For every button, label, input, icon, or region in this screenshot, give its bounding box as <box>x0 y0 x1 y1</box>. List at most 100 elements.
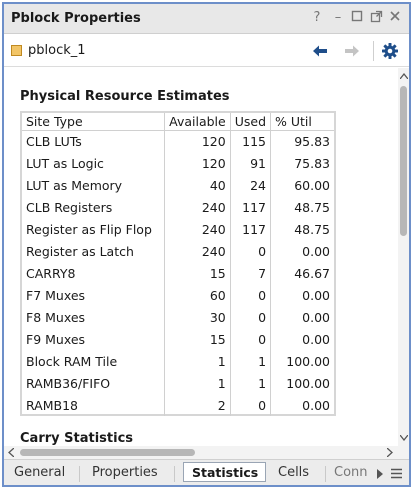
tab-divider <box>174 466 175 482</box>
table-row[interactable]: F9 Muxes 15 0 0.00 <box>22 328 334 350</box>
carry-section-title: Carry Statistics <box>20 431 134 446</box>
cell-used: 1 <box>230 372 272 394</box>
cell-site-type: CLB Registers <box>22 196 166 218</box>
scroll-down-arrow-icon[interactable] <box>399 434 409 444</box>
float-button[interactable] <box>368 10 384 26</box>
header-util[interactable]: % Util <box>270 113 334 131</box>
cell-used: 0 <box>230 394 272 416</box>
cell-site-type: LUT as Memory <box>22 174 166 196</box>
cell-used: 1 <box>230 350 272 372</box>
cell-util: 100.00 <box>286 375 330 391</box>
table-row[interactable]: RAMB18 2 0 0.00 <box>22 394 334 416</box>
resource-table: Site Type Available Used % Util CLB LUTs… <box>20 111 336 416</box>
maximize-button[interactable] <box>349 10 365 26</box>
cell-util: 95.83 <box>294 133 330 149</box>
properties-window: Pblock Properties ? – pblock_1 Physical … <box>2 2 411 487</box>
tab-scroll-right-icon[interactable] <box>376 467 384 482</box>
scroll-up-arrow-icon[interactable] <box>399 72 409 82</box>
tab-statistics[interactable]: Statistics <box>183 462 266 482</box>
close-button[interactable] <box>387 10 403 26</box>
tab-list-menu-icon[interactable] <box>391 467 402 482</box>
table-row[interactable]: Register as Latch 240 0 0.00 <box>22 240 334 262</box>
cell-site-type: F8 Muxes <box>22 306 166 328</box>
object-name: pblock_1 <box>28 43 86 58</box>
cell-util: 100.00 <box>286 353 330 369</box>
tab-divider <box>79 466 80 482</box>
vertical-scrollbar[interactable] <box>398 68 409 446</box>
cell-site-type: LUT as Logic <box>22 152 166 174</box>
tab-properties[interactable]: Properties <box>92 465 158 480</box>
cell-site-type: CLB LUTs <box>22 130 166 152</box>
cell-available: 1 <box>164 350 231 372</box>
cell-available: 240 <box>164 218 231 240</box>
cell-util: 48.75 <box>294 221 330 237</box>
tab-general[interactable]: General <box>14 465 65 480</box>
header-site-type[interactable]: Site Type <box>22 113 166 131</box>
table-row[interactable]: CLB Registers 240 117 48.75 <box>22 196 334 218</box>
cell-available: 1 <box>164 372 231 394</box>
table-row[interactable]: RAMB36/FIFO 1 1 100.00 <box>22 372 334 394</box>
cell-available: 15 <box>164 328 231 350</box>
cell-used: 0 <box>230 328 272 350</box>
cell-util: 60.00 <box>294 177 330 193</box>
resources-section-title: Physical Resource Estimates <box>20 89 230 104</box>
vertical-scroll-thumb[interactable] <box>400 86 407 236</box>
cell-util: 0.00 <box>302 287 330 303</box>
cell-available: 40 <box>164 174 231 196</box>
toolbar-divider <box>373 41 374 61</box>
table-row[interactable]: Block RAM Tile 1 1 100.00 <box>22 350 334 372</box>
cell-util: 0.00 <box>302 243 330 259</box>
table-row[interactable]: F8 Muxes 30 0 0.00 <box>22 306 334 328</box>
tab-divider <box>325 466 326 482</box>
cell-site-type: Register as Flip Flop <box>22 218 166 240</box>
cell-site-type: F7 Muxes <box>22 284 166 306</box>
cell-util: 0.00 <box>302 309 330 325</box>
help-button[interactable]: ? <box>309 10 325 26</box>
cell-used: 115 <box>230 130 272 152</box>
cell-available: 120 <box>164 152 231 174</box>
cell-site-type: RAMB18 <box>22 394 166 416</box>
cell-used: 91 <box>230 152 272 174</box>
cell-util: 46.67 <box>294 265 330 281</box>
cell-available: 30 <box>164 306 231 328</box>
table-row[interactable]: Register as Flip Flop 240 117 48.75 <box>22 218 334 240</box>
statistics-content: Physical Resource Estimates Site Type Av… <box>4 68 398 446</box>
cell-site-type: CARRY8 <box>22 262 166 284</box>
cell-site-type: F9 Muxes <box>22 328 166 350</box>
cell-util: 75.83 <box>294 155 330 171</box>
cell-used: 24 <box>230 174 272 196</box>
title-bar: Pblock Properties ? – <box>4 4 409 34</box>
back-arrow-icon[interactable] <box>311 42 329 60</box>
cell-used: 0 <box>230 240 272 262</box>
minimize-button[interactable]: – <box>330 10 346 26</box>
table-row[interactable]: CLB LUTs 120 115 95.83 <box>22 130 334 152</box>
cell-used: 7 <box>230 262 272 284</box>
table-row[interactable]: LUT as Logic 120 91 75.83 <box>22 152 334 174</box>
header-available[interactable]: Available <box>164 113 231 131</box>
cell-site-type: Block RAM Tile <box>22 350 166 372</box>
tab-connectivity[interactable]: Conn <box>334 465 368 480</box>
header-used[interactable]: Used <box>230 113 272 131</box>
table-row[interactable]: CARRY8 15 7 46.67 <box>22 262 334 284</box>
window-title: Pblock Properties <box>11 11 141 26</box>
cell-util: 0.00 <box>302 331 330 347</box>
cell-used: 0 <box>230 284 272 306</box>
gear-icon[interactable] <box>381 42 399 60</box>
tab-statistics-label: Statistics <box>192 465 259 480</box>
tab-bar: General Properties Statistics Cells Conn <box>4 459 409 485</box>
horizontal-scroll-thumb[interactable] <box>20 449 195 456</box>
cell-available: 15 <box>164 262 231 284</box>
table-row[interactable]: F7 Muxes 60 0 0.00 <box>22 284 334 306</box>
cell-site-type: RAMB36/FIFO <box>22 372 166 394</box>
forward-arrow-icon[interactable] <box>343 42 361 60</box>
cell-available: 240 <box>164 240 231 262</box>
cell-site-type: Register as Latch <box>22 240 166 262</box>
cell-used: 117 <box>230 218 272 240</box>
table-header-row: Site Type Available Used % Util <box>22 113 334 131</box>
tab-cells[interactable]: Cells <box>278 465 309 480</box>
table-row[interactable]: LUT as Memory 40 24 60.00 <box>22 174 334 196</box>
horizontal-scrollbar[interactable] <box>4 446 409 459</box>
cell-util: 0.00 <box>302 397 330 413</box>
cell-available: 120 <box>164 130 231 152</box>
cell-available: 60 <box>164 284 231 306</box>
